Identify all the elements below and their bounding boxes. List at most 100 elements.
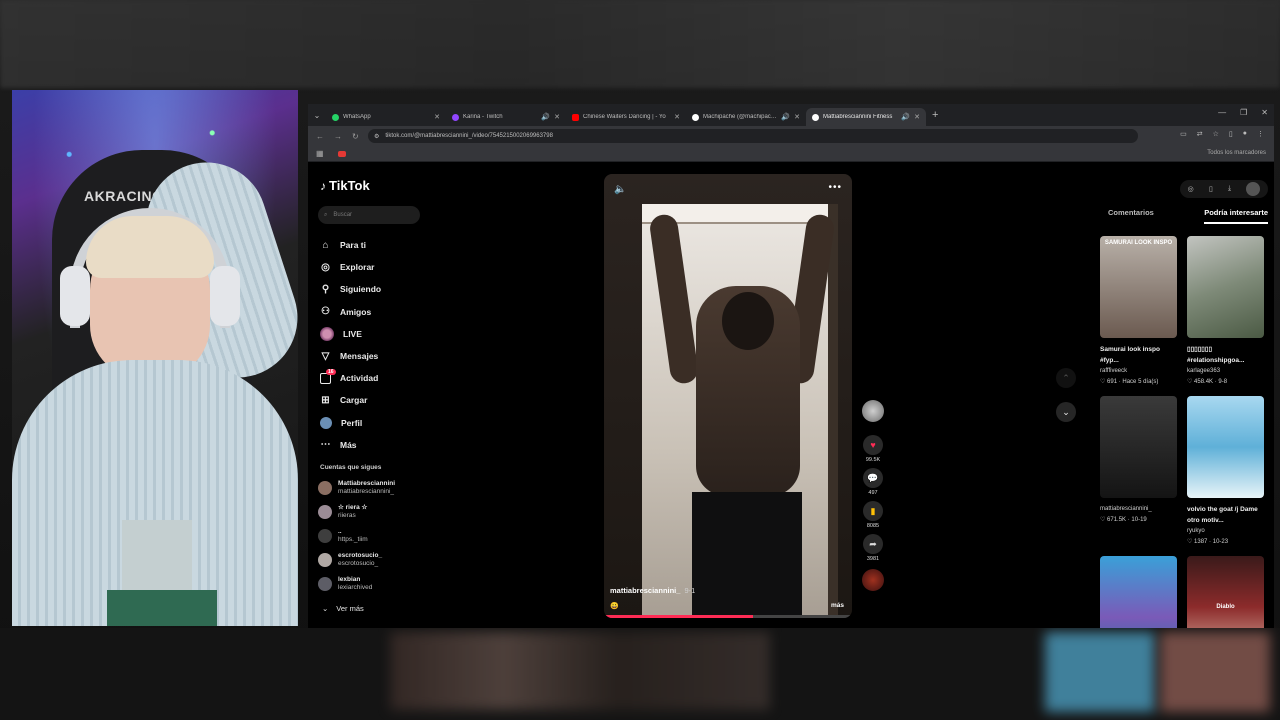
sidebar-item-label: Mensajes bbox=[340, 351, 379, 362]
chevron-up-icon: ⌃ bbox=[1062, 372, 1070, 383]
recommendation-meta: ♡ 1387 · 10-23 bbox=[1187, 539, 1229, 545]
sidebar-item-live[interactable]: LIVE bbox=[320, 323, 440, 345]
close-tab-icon[interactable]: ✕ bbox=[554, 113, 560, 121]
following-account[interactable]: escrotosucio_ escrotosucio_ bbox=[318, 552, 382, 568]
following-account[interactable]: lexbian lexiarchived bbox=[318, 576, 372, 592]
tab-search-icon[interactable]: ⌄ bbox=[308, 104, 326, 126]
following-account[interactable]: ☆ riera ☆ riieras bbox=[318, 504, 367, 520]
creator-avatar-button[interactable] bbox=[861, 400, 885, 430]
recommendation-card[interactable]: SAMURAI LOOK INSPO Samurai look inspo #f… bbox=[1100, 236, 1177, 387]
tab-whatsapp[interactable]: WhatsApp ✕ bbox=[326, 108, 446, 126]
share-button[interactable]: ➦ 3981 bbox=[861, 534, 885, 562]
more-options-icon[interactable]: ••• bbox=[828, 182, 842, 193]
video-caption-emoji: 😀 bbox=[610, 603, 619, 610]
previous-video-button[interactable]: ⌃ bbox=[1056, 368, 1076, 388]
avatar bbox=[318, 553, 332, 567]
sidebar-item-label: Siguiendo bbox=[340, 284, 382, 295]
bookmark-icon: ▮ bbox=[863, 501, 883, 521]
comment-button[interactable]: 💬 497 bbox=[861, 468, 885, 496]
tab-tiktok-active[interactable]: Mattiabresciannini Fitness 🔊 ✕ bbox=[806, 108, 926, 126]
blurred-thumb-b bbox=[1045, 632, 1155, 712]
sidebar-item-explorar[interactable]: ◎ Explorar bbox=[320, 256, 440, 278]
reload-icon[interactable]: ↻ bbox=[352, 132, 359, 141]
recommendation-card[interactable]: Diablo bbox=[1187, 556, 1264, 628]
close-window-icon[interactable]: ✕ bbox=[1261, 108, 1268, 117]
all-bookmarks-link[interactable]: Todos los marcadores bbox=[1207, 150, 1266, 156]
window-controls: — ❐ ✕ bbox=[1218, 108, 1268, 117]
coins-icon[interactable]: ◎ bbox=[1188, 185, 1194, 193]
tab-twitch[interactable]: Karina - Twitch 🔊 ✕ bbox=[446, 108, 566, 126]
speaker-icon[interactable]: 🔊 bbox=[781, 113, 790, 121]
streamer-hair bbox=[86, 216, 214, 278]
extensions-icon[interactable]: ▯ bbox=[1229, 130, 1233, 138]
menu-icon[interactable]: ⋮ bbox=[1257, 130, 1264, 138]
url-field[interactable]: ⚙ tiktok.com/@mattiabresciannini_/video/… bbox=[368, 129, 1138, 143]
music-disc-button[interactable] bbox=[861, 567, 885, 591]
video-progress-bar[interactable] bbox=[604, 615, 852, 618]
video-player[interactable]: 🔈 ••• mattiabresciannini_ 9-1 😀 más bbox=[604, 174, 852, 618]
sidebar-item-mensajes[interactable]: ▽ Mensajes bbox=[320, 345, 440, 367]
recommendation-card[interactable]: volvio the goat /j Dame otro motiv... ry… bbox=[1187, 396, 1264, 547]
volume-icon[interactable]: 🔈 bbox=[614, 184, 626, 195]
tiktok-favicon-icon bbox=[812, 113, 819, 121]
close-tab-icon[interactable]: ✕ bbox=[434, 113, 440, 121]
tab-youtube[interactable]: Chinese Waiters Dancing | - Yo ✕ bbox=[566, 108, 686, 126]
chevron-down-icon: ⌄ bbox=[322, 604, 329, 613]
sidebar-item-amigos[interactable]: ⚇ Amigos bbox=[320, 301, 440, 323]
new-tab-icon[interactable]: + bbox=[932, 109, 938, 121]
sidebar-item-actividad[interactable]: 16 Actividad bbox=[320, 367, 440, 389]
tiktok-note-icon: ♪ bbox=[320, 178, 326, 193]
next-video-button[interactable]: ⌄ bbox=[1056, 402, 1076, 422]
sidebar-item-siguiendo[interactable]: ⚲ Siguiendo bbox=[320, 278, 440, 300]
following-account[interactable]: Mattiabresciannini mattiabresciannini_ bbox=[318, 480, 395, 496]
close-tab-icon[interactable]: ✕ bbox=[674, 113, 680, 121]
search-input[interactable]: ⌕ Buscar bbox=[318, 206, 420, 224]
youtube-bookmark-icon[interactable] bbox=[338, 151, 346, 157]
tab-title: Karina - Twitch bbox=[463, 114, 503, 120]
tab-tiktok-machipache[interactable]: Machipache (@machipache) | 🔊 ✕ bbox=[686, 108, 806, 126]
minimize-icon[interactable]: — bbox=[1218, 108, 1226, 117]
site-info-icon[interactable]: ⚙ bbox=[374, 133, 379, 140]
recommendation-card[interactable] bbox=[1100, 556, 1177, 628]
bookmark-star-icon[interactable]: ☆ bbox=[1213, 130, 1219, 138]
sidebar-item-perfil[interactable]: Perfil bbox=[320, 412, 440, 434]
close-tab-icon[interactable]: ✕ bbox=[914, 113, 920, 121]
like-button[interactable]: ♥ 99.5K bbox=[861, 435, 885, 463]
tiktok-logo[interactable]: ♪ TikTok bbox=[320, 178, 370, 193]
ver-mas-button[interactable]: ⌄ Ver más bbox=[322, 604, 364, 613]
tab-podria-interesarte[interactable]: Podría interesarte bbox=[1204, 208, 1268, 224]
sidebar-item-mas[interactable]: ⋯ Más bbox=[320, 434, 440, 456]
recommendation-card[interactable]: mattiabresciannini_ ♡ 671.5K · 10-19 bbox=[1100, 396, 1177, 525]
close-tab-icon[interactable]: ✕ bbox=[794, 113, 800, 121]
thumbnail-overlay-text: Diablo bbox=[1216, 604, 1235, 610]
apps-grid-icon[interactable]: ▦ bbox=[316, 149, 324, 158]
forward-icon[interactable]: → bbox=[334, 132, 342, 141]
like-count: 99.5K bbox=[865, 457, 881, 463]
save-button[interactable]: ▮ 8085 bbox=[861, 501, 885, 529]
device-icon[interactable]: ▯ bbox=[1209, 185, 1213, 193]
tab-comentarios[interactable]: Comentarios bbox=[1108, 208, 1154, 224]
sidebar-item-cargar[interactable]: ⊞ Cargar bbox=[320, 389, 440, 411]
compass-icon: ◎ bbox=[321, 261, 330, 273]
download-icon[interactable]: ⤓ bbox=[1228, 185, 1231, 193]
user-avatar-icon[interactable] bbox=[1246, 182, 1261, 196]
sidebar-item-para-ti[interactable]: ⌂ Para ti bbox=[320, 234, 440, 256]
recommendation-thumbnail bbox=[1100, 556, 1177, 628]
back-icon[interactable]: ← bbox=[316, 132, 324, 141]
following-account[interactable]: .. https._tiim bbox=[318, 528, 368, 544]
profile-icon[interactable]: ● bbox=[1243, 130, 1247, 138]
translate-icon[interactable]: ⇄ bbox=[1197, 130, 1203, 138]
activity-badge: 16 bbox=[326, 368, 336, 375]
recommendation-user: mattiabresciannini_ bbox=[1100, 506, 1152, 512]
speaker-icon[interactable]: 🔊 bbox=[541, 113, 550, 121]
friends-icon: ⚇ bbox=[321, 306, 330, 318]
cast-icon[interactable]: ▭ bbox=[1180, 130, 1187, 138]
video-author-line[interactable]: mattiabresciannini_ 9-1 bbox=[610, 586, 695, 595]
twitch-favicon-icon bbox=[452, 113, 459, 121]
maximize-icon[interactable]: ❐ bbox=[1240, 108, 1247, 117]
recommendation-meta: ♡ 458.4K · 9-8 bbox=[1187, 379, 1228, 385]
speaker-icon[interactable]: 🔊 bbox=[901, 113, 910, 121]
share-icon: ➦ bbox=[863, 534, 883, 554]
caption-more-button[interactable]: más bbox=[831, 602, 844, 609]
recommendation-card[interactable]: ▯▯▯▯▯▯▯ #relationshipgoa... karlagee363 … bbox=[1187, 236, 1264, 387]
